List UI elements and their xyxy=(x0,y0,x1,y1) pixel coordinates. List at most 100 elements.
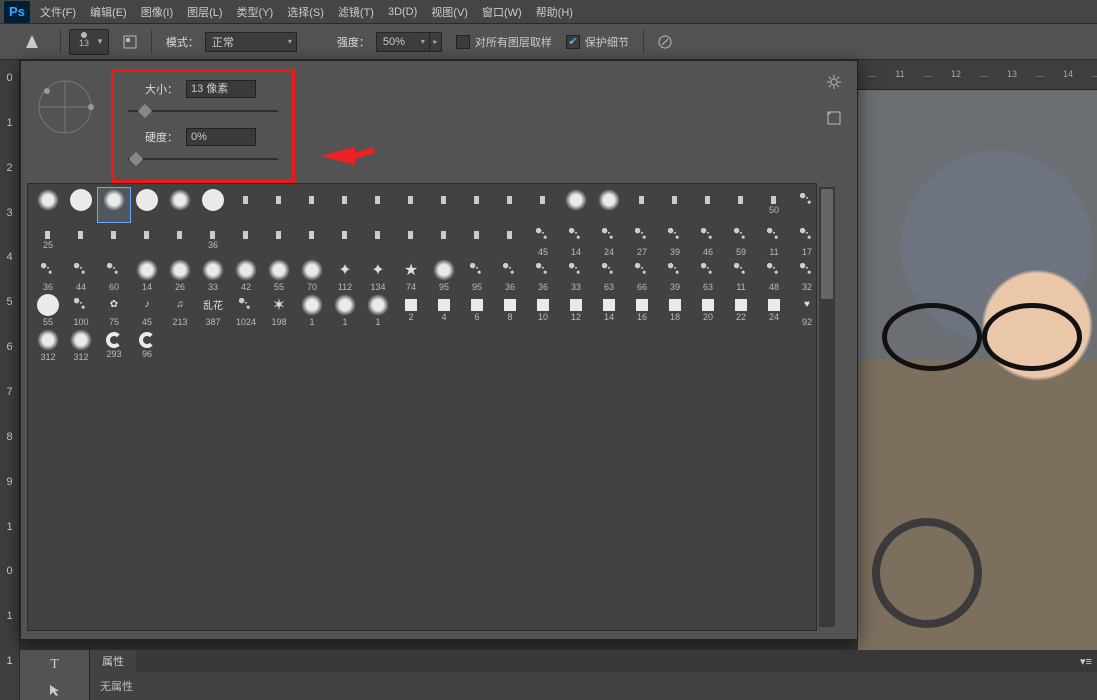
brush-preset[interactable] xyxy=(131,188,163,222)
brush-preset[interactable]: 33 xyxy=(560,258,592,292)
brush-preset[interactable]: 6 xyxy=(461,293,493,327)
brush-preset[interactable] xyxy=(461,223,493,257)
brush-preset[interactable]: 312 xyxy=(65,328,97,362)
menu-type[interactable]: 类型(Y) xyxy=(237,4,274,20)
brush-preset[interactable] xyxy=(428,188,460,222)
gear-icon[interactable] xyxy=(821,69,847,95)
brush-preset[interactable] xyxy=(32,188,64,222)
brush-preset[interactable] xyxy=(329,223,361,257)
strength-stepper[interactable]: ▸ xyxy=(430,32,442,52)
protect-detail-checkbox[interactable]: ✔ xyxy=(566,35,580,49)
brush-preset[interactable]: 1 xyxy=(362,293,394,327)
hardness-slider[interactable] xyxy=(128,152,278,166)
brush-preset[interactable]: 39 xyxy=(659,258,691,292)
brush-preset[interactable]: 312 xyxy=(32,328,64,362)
brush-preset[interactable] xyxy=(98,223,130,257)
brush-preset[interactable]: 24 xyxy=(593,223,625,257)
brush-preset[interactable]: ✦134 xyxy=(362,258,394,292)
brush-preset[interactable]: 26 xyxy=(164,258,196,292)
size-input[interactable]: 13 像素 xyxy=(186,80,256,98)
brush-preset[interactable]: 66 xyxy=(626,258,658,292)
move-tool-icon[interactable] xyxy=(42,679,68,700)
brush-preset[interactable]: 55 xyxy=(32,293,64,327)
mode-select[interactable]: 正常▾ xyxy=(205,32,297,52)
brush-preset[interactable]: 16 xyxy=(626,293,658,327)
brush-preset-picker[interactable]: 13 ▼ xyxy=(69,29,109,55)
brush-preset[interactable]: 18 xyxy=(659,293,691,327)
brush-preset[interactable]: 39 xyxy=(659,223,691,257)
brush-preset[interactable]: 17 xyxy=(791,223,817,257)
brush-preset[interactable] xyxy=(197,188,229,222)
brush-preset[interactable] xyxy=(626,188,658,222)
pressure-size-icon[interactable] xyxy=(652,29,678,55)
brush-preset[interactable]: 48 xyxy=(758,258,790,292)
menu-3d[interactable]: 3D(D) xyxy=(388,6,417,18)
brush-preset[interactable]: 1 xyxy=(329,293,361,327)
brush-preset[interactable]: 10 xyxy=(527,293,559,327)
brush-preset[interactable]: 95 xyxy=(428,258,460,292)
brush-preset[interactable]: 45 xyxy=(527,223,559,257)
size-slider[interactable] xyxy=(128,104,278,118)
brush-preset[interactable] xyxy=(527,188,559,222)
menu-image[interactable]: 图像(I) xyxy=(141,4,173,20)
brush-preset[interactable]: ♪45 xyxy=(131,293,163,327)
current-tool-icon[interactable] xyxy=(18,28,46,56)
brush-preset[interactable]: 22 xyxy=(725,293,757,327)
brush-preset[interactable]: 12 xyxy=(560,293,592,327)
brush-preset[interactable]: 63 xyxy=(692,258,724,292)
menu-file[interactable]: 文件(F) xyxy=(40,4,76,20)
brush-preset[interactable]: 24 xyxy=(758,293,790,327)
brush-preset[interactable]: 36 xyxy=(494,258,526,292)
brush-preset[interactable] xyxy=(659,188,691,222)
menu-edit[interactable]: 编辑(E) xyxy=(90,4,127,20)
brush-preset[interactable] xyxy=(494,223,526,257)
brush-preset[interactable]: 14 xyxy=(560,223,592,257)
brush-preset-grid[interactable]: 5025364514242739465911173644601426334255… xyxy=(27,183,817,631)
brush-preset[interactable] xyxy=(395,223,427,257)
brush-preset[interactable] xyxy=(494,188,526,222)
brush-preset[interactable]: 36 xyxy=(527,258,559,292)
brush-preset[interactable]: 14 xyxy=(131,258,163,292)
tab-properties[interactable]: 属性 xyxy=(90,650,136,672)
brush-preset[interactable]: 59 xyxy=(725,223,757,257)
brush-preset[interactable]: 32 xyxy=(791,258,817,292)
sample-all-layers-checkbox[interactable] xyxy=(456,35,470,49)
document-canvas[interactable]: ...11...12...13...14...15...1 xyxy=(858,60,1097,650)
brush-preset[interactable]: 8 xyxy=(494,293,526,327)
brush-preset[interactable]: 乱花387 xyxy=(197,293,229,327)
menu-help[interactable]: 帮助(H) xyxy=(536,4,573,20)
brush-preset[interactable]: ✦112 xyxy=(329,258,361,292)
brush-preset[interactable]: 42 xyxy=(230,258,262,292)
brush-preset[interactable]: 33 xyxy=(197,258,229,292)
brush-preset[interactable] xyxy=(692,188,724,222)
brush-angle-widget[interactable] xyxy=(35,77,95,137)
brush-preset[interactable] xyxy=(428,223,460,257)
menu-select[interactable]: 选择(S) xyxy=(287,4,324,20)
brush-preset[interactable]: 55 xyxy=(263,258,295,292)
brush-preset[interactable]: 4 xyxy=(428,293,460,327)
brush-preset[interactable] xyxy=(560,188,592,222)
brush-preset[interactable] xyxy=(791,188,817,222)
brush-preset[interactable]: 20 xyxy=(692,293,724,327)
brush-preset[interactable] xyxy=(263,188,295,222)
brush-preset[interactable]: 25 xyxy=(32,223,64,257)
brush-preset[interactable]: 11 xyxy=(758,223,790,257)
brush-preset[interactable]: 60 xyxy=(98,258,130,292)
brush-preset[interactable]: ♥92 xyxy=(791,293,817,327)
brush-preset[interactable]: 96 xyxy=(131,328,163,362)
brush-preset[interactable] xyxy=(395,188,427,222)
brush-preset[interactable] xyxy=(65,223,97,257)
brush-preset[interactable] xyxy=(362,223,394,257)
brush-preset[interactable] xyxy=(593,188,625,222)
brush-preset[interactable] xyxy=(164,188,196,222)
brush-preset[interactable] xyxy=(98,188,130,222)
brush-preset[interactable]: 70 xyxy=(296,258,328,292)
brush-preset[interactable] xyxy=(329,188,361,222)
new-preset-icon[interactable] xyxy=(821,105,847,131)
panel-menu-icon[interactable]: ▾≡ xyxy=(1075,648,1097,674)
brush-preset[interactable] xyxy=(164,223,196,257)
brush-preset[interactable]: 1024 xyxy=(230,293,262,327)
brush-preset[interactable]: 100 xyxy=(65,293,97,327)
brush-preset[interactable] xyxy=(296,223,328,257)
brush-preset[interactable] xyxy=(230,188,262,222)
